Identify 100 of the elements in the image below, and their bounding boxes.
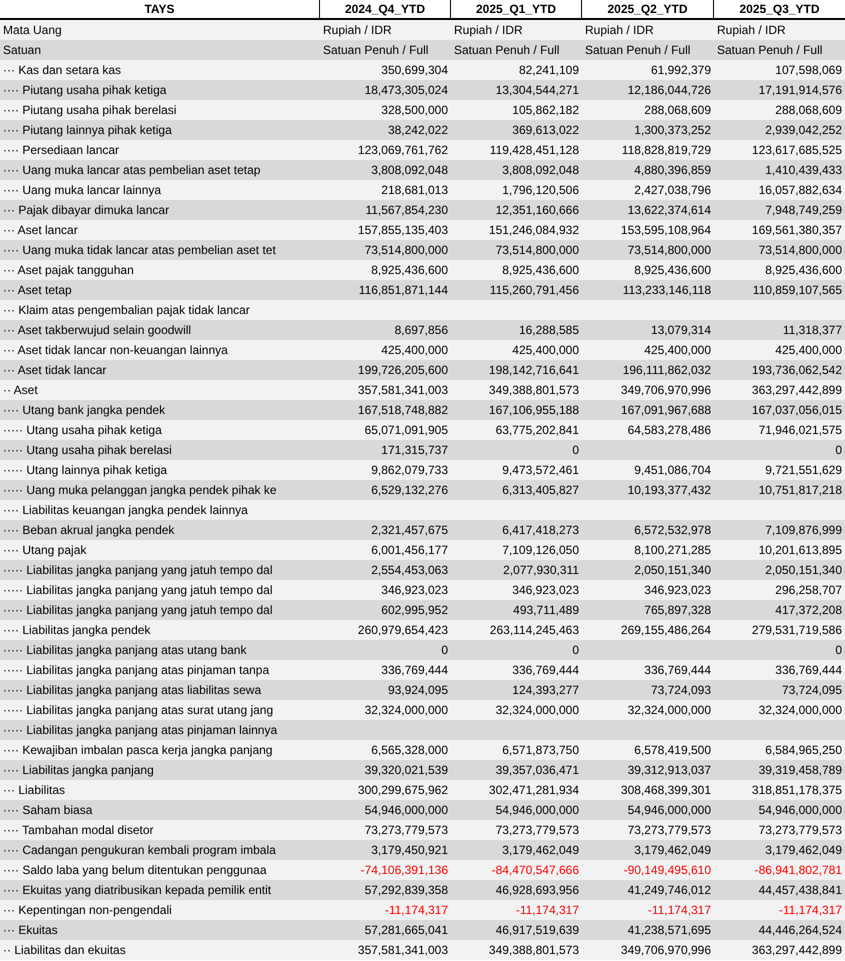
- table-cell-text: 196,111,862,032: [622, 362, 712, 379]
- table-cell-text: 302,471,281,934: [488, 782, 580, 799]
- table-cell-text: 6,584,965,250: [764, 742, 843, 759]
- table-cell-text: 336,769,444: [643, 662, 712, 679]
- table-cell-text: -11,174,317: [778, 902, 843, 919]
- table-cell-text: 3,179,450,921: [370, 842, 449, 859]
- table-cell-text: 9,721,551,629: [764, 462, 843, 479]
- table-cell-text: Rupiah / IDR: [584, 22, 655, 39]
- table-cell-text: 73,514,800,000: [626, 242, 712, 259]
- table-cell-text: Satuan Penuh / Full: [584, 42, 692, 59]
- table-cell-text: 73,273,779,573: [758, 822, 843, 839]
- table-cell-text: 167,091,967,688: [620, 402, 712, 419]
- table-cell-text: Rupiah / IDR: [716, 22, 787, 39]
- row-label: ····· Liabilitas jangka panjang atas pinjaman lainnya: [2, 722, 278, 739]
- table-cell-text: 350,699,304: [380, 62, 449, 79]
- table-cell-text: 38,242,022: [386, 122, 449, 139]
- table-cell-text: 44,457,438,841: [758, 882, 843, 899]
- table-cell-text: Satuan Penuh / Full: [716, 42, 824, 59]
- row-label: ···· Tambahan modal disetor: [2, 822, 155, 839]
- table-cell-text: 93,924,095: [386, 682, 449, 699]
- table-cell-text: 39,320,021,539: [364, 762, 449, 779]
- row-label: ··· Kepentingan non-pengendali: [2, 902, 173, 919]
- table-cell-text: 1,300,373,252: [633, 122, 712, 139]
- table-cell-text: 16,057,882,634: [758, 182, 843, 199]
- table-cell-text: 493,711,489: [512, 602, 580, 619]
- table-cell-text: 6,572,532,978: [633, 522, 712, 539]
- row-label: ····· Liabilitas jangka panjang yang jatuh tempo dal: [2, 562, 274, 579]
- row-label: ··· Aset tetap: [2, 282, 73, 299]
- row-label: ···· Beban akrual jangka pendek: [2, 522, 176, 539]
- table-cell-text: 123,069,761,762: [356, 142, 449, 159]
- table-cell-text: 73,724,095: [780, 682, 843, 699]
- table-cell-text: 4,880,396,859: [633, 162, 712, 179]
- table-cell-text: 167,518,748,882: [356, 402, 449, 419]
- table-cell-text: 349,388,801,573: [488, 382, 580, 399]
- table-cell-text: 46,917,519,639: [494, 922, 580, 939]
- row-label: ···· Persediaan lancar: [2, 142, 120, 159]
- table-cell-text: 57,292,839,358: [364, 882, 449, 899]
- table-cell-text: 157,855,135,403: [356, 222, 449, 239]
- table-cell-text: 3,179,462,049: [633, 842, 712, 859]
- table-cell-text: 73,724,093: [650, 682, 712, 699]
- table-cell-text: 0: [834, 642, 843, 659]
- row-label: ····· Liabilitas jangka panjang atas liabilitas sewa: [2, 682, 262, 699]
- table-cell-text: 193,736,062,542: [750, 362, 843, 379]
- table-cell-text: 12,351,160,666: [494, 202, 580, 219]
- table-cell-text: 2,077,930,311: [502, 562, 580, 579]
- column-header: 2024_Q4_YTD: [320, 0, 451, 18]
- table-cell-text: 0: [440, 642, 449, 659]
- table-cell-text: 171,315,737: [380, 442, 449, 459]
- row-label: ·· Liabilitas dan ekuitas: [2, 942, 127, 959]
- table-cell-text: 115,260,791,456: [488, 282, 580, 299]
- table-cell-text: 65,071,091,905: [364, 422, 449, 439]
- table-cell-text: 41,238,571,695: [626, 922, 712, 939]
- table-cell-text: 41,249,746,012: [626, 882, 712, 899]
- table-cell-text: 349,706,970,996: [620, 382, 712, 399]
- table-cell-text: 113,233,146,118: [622, 282, 712, 299]
- table-cell-text: 153,595,108,964: [620, 222, 712, 239]
- table-cell-text: 1,410,439,433: [764, 162, 843, 179]
- row-label: Mata Uang: [2, 22, 63, 39]
- table-cell-text: -86,941,802,781: [754, 862, 843, 879]
- table-cell-text: 44,446,264,524: [758, 922, 843, 939]
- row-label: ···· Liabilitas jangka panjang: [2, 762, 155, 779]
- table-cell-text: 11,567,854,230: [364, 202, 449, 219]
- table-cell-text: 119,428,451,128: [488, 142, 580, 159]
- table-cell-text: 357,581,341,003: [356, 942, 449, 959]
- table-cell-text: 0: [571, 642, 580, 659]
- table-cell-text: 6,417,418,273: [501, 522, 580, 539]
- row-label: ···· Liabilitas jangka pendek: [2, 622, 152, 639]
- table-cell-text: 357,581,341,003: [356, 382, 449, 399]
- row-label: ···· Cadangan pengukuran kembali program imbala: [2, 842, 277, 859]
- table-cell-text: 308,468,399,301: [620, 782, 712, 799]
- table-cell-text: 8,925,436,600: [370, 262, 449, 279]
- table-cell-text: 107,598,069: [774, 62, 843, 79]
- table-cell-text: 32,324,000,000: [626, 702, 712, 719]
- table-cell-text: 71,946,021,575: [758, 422, 843, 439]
- table-cell-text: 3,808,092,048: [501, 162, 580, 179]
- table-cell-text: 73,273,779,573: [364, 822, 449, 839]
- table-cell-text: 425,400,000: [511, 342, 580, 359]
- row-label: ···· Ekuitas yang diatribusikan kepada pemilik entit: [2, 882, 272, 899]
- table-cell-text: 13,304,544,271: [494, 82, 580, 99]
- table-cell-text: -84,470,547,666: [490, 862, 580, 879]
- row-label: ··· Klaim atas pengembalian pajak tidak lancar: [2, 302, 251, 319]
- table-cell-text: 7,109,876,999: [764, 522, 843, 539]
- row-label: ··· Aset takberwujud selain goodwill: [2, 322, 192, 339]
- table-cell-text: -74,106,391,136: [360, 862, 449, 879]
- table-cell-text: 73,514,800,000: [494, 242, 580, 259]
- table-cell-text: 11,318,377: [782, 322, 843, 339]
- table-cell-text: 336,769,444: [774, 662, 843, 679]
- table-cell-text: Rupiah / IDR: [322, 22, 393, 39]
- table-cell-text: 10,193,377,432: [626, 482, 712, 499]
- table-cell-text: 57,281,665,041: [364, 922, 449, 939]
- table-cell-text: 349,706,970,996: [620, 942, 712, 959]
- row-label: ····· Liabilitas jangka panjang yang jatuh tempo dal: [2, 582, 274, 599]
- row-label: ···· Utang bank jangka pendek: [2, 402, 166, 419]
- table-cell-text: 82,241,109: [518, 62, 580, 79]
- table-cell-text: 7,948,749,259: [764, 202, 843, 219]
- row-label: ···· Piutang lainnya pihak ketiga: [2, 122, 173, 139]
- row-label: ··· Aset tidak lancar non-keuangan lainnya: [2, 342, 229, 359]
- row-label: ···· Uang muka lancar lainnya: [2, 182, 162, 199]
- table-cell-text: 9,862,079,733: [370, 462, 449, 479]
- table-cell-text: 288,068,609: [774, 102, 843, 119]
